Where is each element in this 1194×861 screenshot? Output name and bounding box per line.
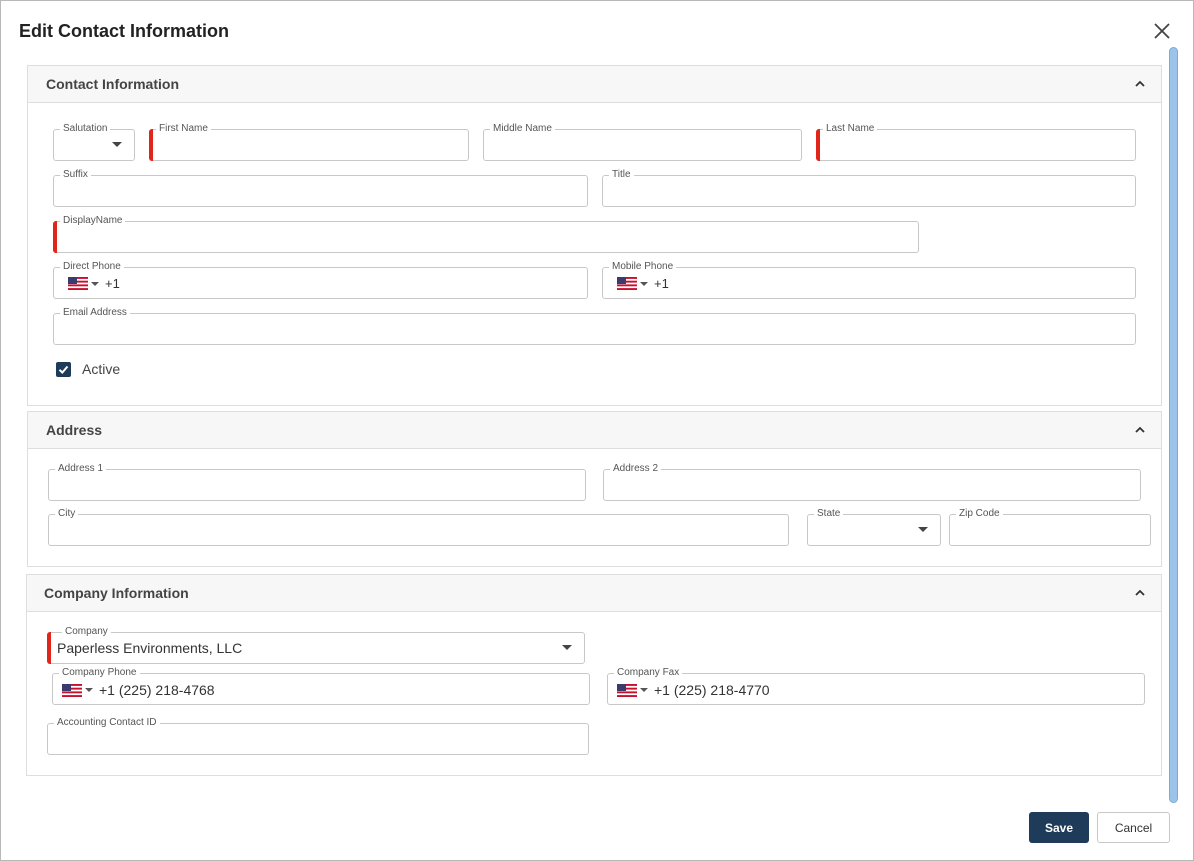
salutation-label: Salutation bbox=[60, 122, 111, 136]
mobile-phone-value: +1 bbox=[654, 276, 669, 291]
dialog-title: Edit Contact Information bbox=[19, 21, 229, 41]
direct-phone-field[interactable]: Direct Phone +1 bbox=[53, 260, 588, 299]
section-title: Contact Information bbox=[46, 76, 179, 92]
chevron-up-icon[interactable] bbox=[1133, 423, 1147, 437]
company-value: Paperless Environments, LLC bbox=[57, 640, 243, 656]
title-field[interactable]: Title bbox=[602, 168, 1136, 207]
first-name-label: First Name bbox=[156, 122, 211, 136]
company-phone-label: Company Phone bbox=[59, 666, 140, 680]
direct-phone-value: +1 bbox=[105, 276, 120, 291]
company-fax-value: +1 (225) 218-4770 bbox=[654, 682, 770, 698]
accounting-contact-id-field[interactable]: Accounting Contact ID bbox=[47, 716, 589, 755]
suffix-field[interactable]: Suffix bbox=[53, 168, 588, 207]
first-name-field[interactable]: First Name bbox=[149, 122, 469, 161]
zip-code-label: Zip Code bbox=[956, 507, 1003, 521]
active-label[interactable]: Active bbox=[82, 361, 120, 377]
company-fax-label: Company Fax bbox=[614, 666, 683, 680]
section-title: Company Information bbox=[44, 585, 189, 601]
contact-information-header[interactable]: Contact Information bbox=[28, 66, 1161, 103]
mobile-phone-label: Mobile Phone bbox=[609, 260, 677, 274]
us-flag-icon[interactable] bbox=[62, 683, 82, 697]
address1-field[interactable]: Address 1 bbox=[48, 462, 586, 501]
state-select[interactable]: State bbox=[807, 507, 941, 546]
address-header[interactable]: Address bbox=[28, 412, 1161, 449]
caret-down-icon[interactable] bbox=[91, 281, 99, 286]
check-icon bbox=[58, 365, 69, 374]
chevron-down-icon bbox=[562, 645, 572, 650]
caret-down-icon[interactable] bbox=[640, 688, 648, 692]
chevron-down-icon bbox=[918, 527, 928, 532]
last-name-label: Last Name bbox=[823, 122, 878, 136]
accounting-contact-id-label: Accounting Contact ID bbox=[54, 716, 160, 730]
company-information-header[interactable]: Company Information bbox=[27, 575, 1161, 612]
state-label: State bbox=[814, 507, 844, 521]
save-button[interactable]: Save bbox=[1029, 812, 1089, 843]
section-title: Address bbox=[46, 422, 103, 438]
city-field[interactable]: City bbox=[48, 507, 789, 546]
suffix-label: Suffix bbox=[60, 168, 91, 182]
address1-label: Address 1 bbox=[55, 462, 107, 476]
caret-down-icon[interactable] bbox=[640, 281, 648, 286]
title-label: Title bbox=[609, 168, 634, 182]
company-select[interactable]: Company Paperless Environments, LLC bbox=[47, 625, 585, 664]
email-label: Email Address bbox=[60, 306, 130, 320]
cancel-button[interactable]: Cancel bbox=[1097, 812, 1170, 843]
us-flag-icon[interactable] bbox=[617, 683, 637, 697]
us-flag-icon[interactable] bbox=[68, 277, 88, 290]
caret-down-icon[interactable] bbox=[85, 688, 93, 692]
scrollbar[interactable] bbox=[1169, 47, 1178, 803]
edit-contact-dialog: Edit Contact Information Contact Informa… bbox=[0, 0, 1194, 861]
company-phone-value: +1 (225) 218-4768 bbox=[99, 682, 215, 698]
email-field[interactable]: Email Address bbox=[53, 306, 1136, 345]
company-label: Company bbox=[62, 625, 111, 639]
close-icon[interactable] bbox=[1151, 20, 1173, 42]
us-flag-icon[interactable] bbox=[617, 277, 637, 290]
active-checkbox[interactable] bbox=[56, 362, 71, 377]
middle-name-label: Middle Name bbox=[490, 122, 555, 136]
address2-field[interactable]: Address 2 bbox=[603, 462, 1141, 501]
chevron-up-icon[interactable] bbox=[1133, 586, 1147, 600]
zip-code-field[interactable]: Zip Code bbox=[949, 507, 1151, 546]
middle-name-field[interactable]: Middle Name bbox=[483, 122, 802, 161]
salutation-select[interactable]: Salutation bbox=[53, 122, 135, 161]
company-fax-field[interactable]: Company Fax +1 (225) 218-4770 bbox=[607, 666, 1145, 705]
mobile-phone-field[interactable]: Mobile Phone +1 bbox=[602, 260, 1136, 299]
chevron-up-icon[interactable] bbox=[1133, 77, 1147, 91]
company-phone-field[interactable]: Company Phone +1 (225) 218-4768 bbox=[52, 666, 590, 705]
direct-phone-label: Direct Phone bbox=[60, 260, 124, 274]
display-name-field[interactable]: DisplayName bbox=[53, 214, 919, 253]
chevron-down-icon bbox=[112, 142, 122, 147]
display-name-label: DisplayName bbox=[60, 214, 126, 228]
city-label: City bbox=[55, 507, 79, 521]
last-name-field[interactable]: Last Name bbox=[816, 122, 1136, 161]
address2-label: Address 2 bbox=[610, 462, 662, 476]
